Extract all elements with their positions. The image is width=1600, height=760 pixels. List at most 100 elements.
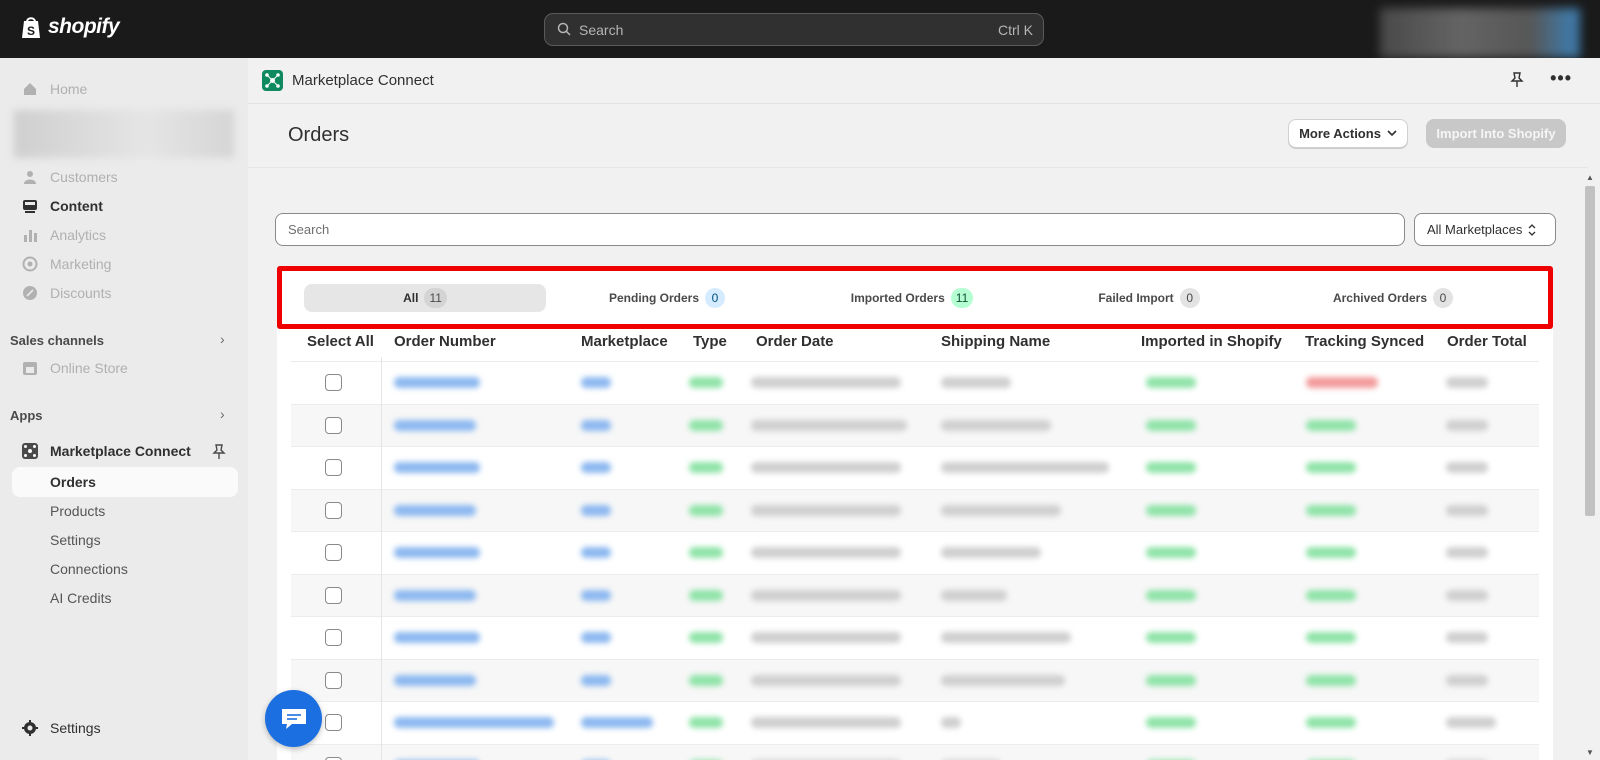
redacted-cell	[1306, 674, 1356, 686]
redacted-cell[interactable]	[394, 717, 554, 728]
global-search-input[interactable]: Search Ctrl K	[544, 13, 1044, 46]
sidebar-item-label: Customers	[50, 169, 118, 185]
scroll-up-arrow-icon[interactable]: ▲	[1586, 173, 1594, 182]
scroll-down-arrow-icon[interactable]: ▼	[1586, 748, 1594, 757]
chevron-right-icon[interactable]: ›	[220, 406, 225, 422]
account-menu[interactable]	[1380, 8, 1580, 58]
table-row[interactable]	[291, 403, 1539, 446]
page-header: Orders More Actions Import Into Shopify	[248, 104, 1588, 168]
sidebar-item-orders[interactable]: Orders	[12, 467, 238, 497]
redacted-cell	[689, 462, 723, 473]
redacted-cell	[1446, 504, 1488, 516]
row-checkbox[interactable]	[325, 459, 342, 476]
sidebar-item-settings-app[interactable]: Settings	[12, 525, 238, 555]
sidebar-item-settings[interactable]: Settings	[12, 713, 238, 743]
redacted-cell	[689, 377, 723, 388]
redacted-cell	[581, 632, 611, 643]
redacted-cell	[1146, 377, 1196, 388]
redacted-cell	[689, 547, 723, 558]
more-actions-button[interactable]: More Actions	[1288, 119, 1408, 148]
pin-icon[interactable]	[212, 444, 226, 460]
redacted-cell[interactable]	[394, 632, 480, 643]
chevron-right-icon[interactable]: ›	[220, 331, 225, 347]
tab-label: Archived Orders	[1332, 291, 1428, 305]
sidebar-item-products[interactable]: Products	[12, 496, 238, 526]
sidebar-item-marketing[interactable]: Marketing	[12, 249, 238, 279]
sales-channels-heading[interactable]: Sales channels	[10, 333, 104, 348]
sidebar-item-home[interactable]: Home	[12, 74, 238, 104]
sidebar-item-label: Marketplace Connect	[50, 443, 191, 459]
type-header: Type	[693, 333, 727, 350]
row-checkbox[interactable]	[325, 714, 342, 731]
redacted-cell[interactable]	[394, 674, 476, 686]
table-row[interactable]	[291, 616, 1539, 658]
row-checkbox[interactable]	[325, 544, 342, 561]
redacted-cell[interactable]	[394, 589, 476, 601]
redacted-cell	[1146, 589, 1196, 601]
count-badge: 0	[705, 288, 726, 308]
sidebar-item-label: Analytics	[50, 227, 107, 243]
marketplace-select[interactable]: All Marketplaces	[1414, 213, 1556, 246]
redacted-cell	[1306, 504, 1356, 516]
pin-icon[interactable]	[1510, 72, 1524, 88]
redacted-cell	[751, 717, 901, 728]
redacted-cell[interactable]	[394, 462, 480, 473]
sidebar-item-online-store[interactable]: Online Store	[12, 353, 238, 383]
table-row[interactable]	[291, 658, 1539, 701]
sidebar-item-marketplace-connect[interactable]: Marketplace Connect	[12, 436, 238, 466]
scrollbar-thumb[interactable]	[1585, 186, 1595, 516]
tab-pending-orders[interactable]: Pending Orders 0	[592, 284, 742, 312]
sidebar-item-connections[interactable]: Connections	[12, 554, 238, 584]
redacted-cell	[751, 377, 901, 388]
table-row[interactable]	[291, 446, 1539, 488]
row-checkbox[interactable]	[325, 629, 342, 646]
redacted-cell	[1146, 462, 1196, 473]
redacted-cell	[581, 674, 611, 686]
table-row[interactable]	[291, 531, 1539, 573]
sidebar-item-discounts[interactable]: Discounts	[12, 278, 238, 308]
redacted-cell	[689, 589, 723, 601]
row-checkbox[interactable]	[325, 416, 342, 434]
sidebar-item-analytics[interactable]: Analytics	[12, 220, 238, 250]
redacted-cell[interactable]	[394, 419, 476, 431]
tab-archived-orders[interactable]: Archived Orders 0	[1318, 284, 1468, 312]
person-icon	[24, 171, 36, 184]
orders-search-input[interactable]	[276, 214, 1404, 245]
row-checkbox[interactable]	[325, 501, 342, 519]
table-row[interactable]	[291, 573, 1539, 616]
tab-failed-import[interactable]: Failed Import 0	[1084, 284, 1214, 312]
redacted-cell	[689, 674, 723, 686]
row-checkbox[interactable]	[325, 374, 342, 391]
row-checkbox[interactable]	[325, 671, 342, 689]
apps-heading[interactable]: Apps	[10, 408, 43, 423]
tracking-synced-header: Tracking Synced	[1305, 333, 1425, 350]
row-checkbox[interactable]	[325, 586, 342, 604]
redacted-cell[interactable]	[394, 504, 476, 516]
table-row[interactable]	[291, 361, 1539, 403]
tab-all[interactable]: All 11	[304, 284, 546, 312]
more-options-icon[interactable]: •••	[1550, 68, 1572, 89]
tab-imported-orders[interactable]: Imported Orders 11	[830, 284, 994, 312]
redacted-cell	[581, 377, 611, 388]
bar-chart-icon	[24, 230, 37, 242]
sidebar-item-customers[interactable]: Customers	[12, 162, 238, 192]
redacted-cell	[581, 547, 611, 558]
table-row[interactable]	[291, 743, 1539, 760]
chat-bubble-icon	[281, 708, 306, 729]
redacted-cell[interactable]	[394, 377, 480, 388]
import-into-shopify-button[interactable]: Import Into Shopify	[1426, 119, 1566, 148]
row-checkbox[interactable]	[325, 756, 342, 760]
table-row[interactable]	[291, 701, 1539, 743]
sidebar-item-content[interactable]: Content	[12, 191, 238, 221]
orders-search-field[interactable]	[275, 213, 1405, 246]
chevron-down-icon	[1387, 130, 1397, 137]
table-row[interactable]	[291, 488, 1539, 531]
chat-support-button[interactable]	[265, 690, 322, 747]
sidebar-item-ai-credits[interactable]: AI Credits	[12, 583, 238, 613]
redacted-cell	[1306, 377, 1378, 388]
shopify-logo[interactable]: S shopify	[20, 14, 120, 40]
select-all-header[interactable]: Select All	[307, 333, 374, 350]
redacted-cell	[1306, 419, 1356, 431]
content-icon	[23, 200, 37, 213]
redacted-cell[interactable]	[394, 547, 480, 558]
